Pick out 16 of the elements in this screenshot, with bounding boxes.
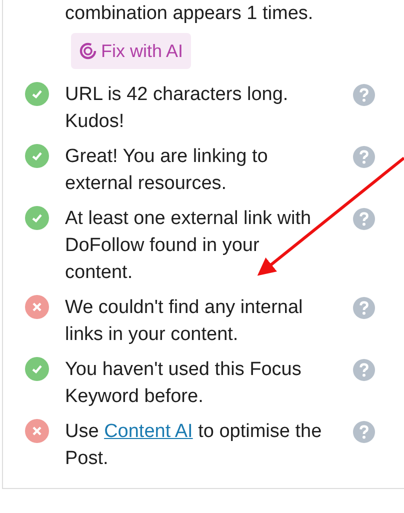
help-icon[interactable] bbox=[353, 421, 375, 443]
help-icon[interactable] bbox=[353, 84, 375, 106]
check-text: combination appears 1 times. bbox=[65, 2, 314, 26]
help-icon[interactable] bbox=[353, 208, 375, 230]
check-text: Great! You are linking to external resources. bbox=[65, 145, 269, 196]
check-text: We couldn't find any internal links in your content. bbox=[65, 296, 304, 347]
check-text: Use Content AI to optimise the Post. bbox=[65, 420, 323, 471]
ai-icon bbox=[79, 42, 97, 60]
check-text: At least one external link with DoFollow found in your content. bbox=[65, 207, 312, 285]
fix-with-ai-button[interactable]: Fix with AI bbox=[71, 33, 192, 69]
help-icon[interactable] bbox=[353, 146, 375, 168]
content-ai-link[interactable]: Content AI bbox=[104, 421, 193, 442]
check-text: You haven't used this Focus Keyword before. bbox=[65, 358, 302, 409]
help-icon[interactable] bbox=[353, 359, 375, 381]
help-icon[interactable] bbox=[353, 297, 375, 319]
check-text: URL is 42 characters long. Kudos! bbox=[65, 83, 290, 134]
